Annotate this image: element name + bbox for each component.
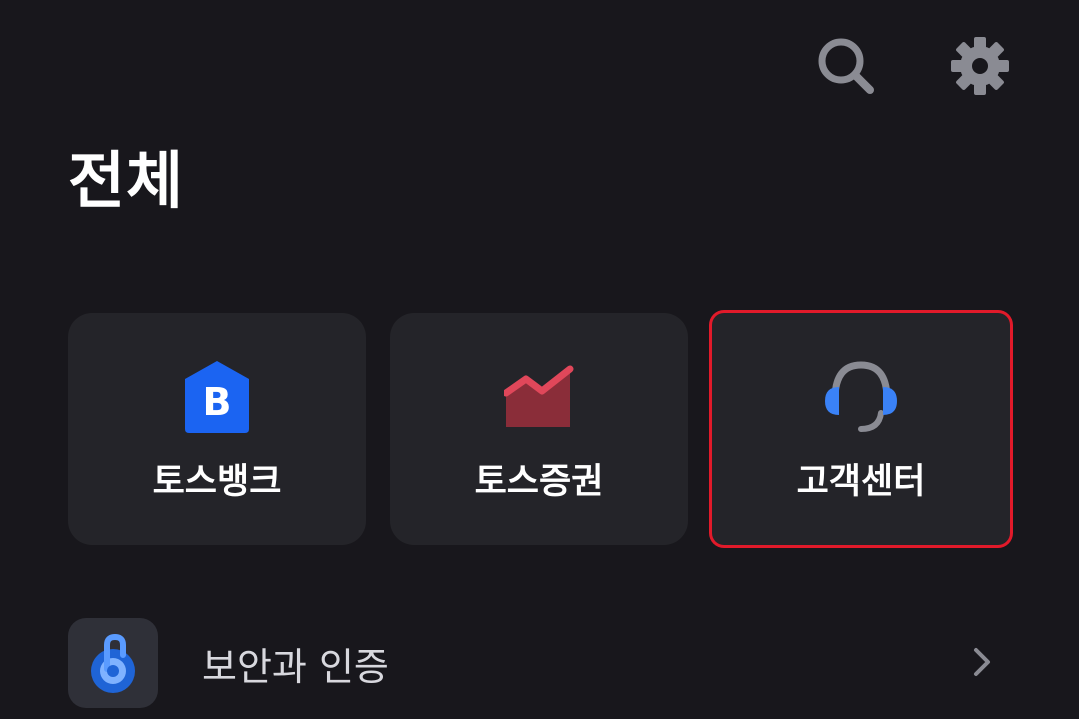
stock-chart-icon xyxy=(499,357,579,437)
row-label: 보안과 인증 xyxy=(202,645,389,689)
settings-button[interactable] xyxy=(944,30,1016,102)
search-button[interactable] xyxy=(810,30,882,102)
tile-label: 토스증권 xyxy=(474,462,604,502)
headset-icon xyxy=(821,357,901,437)
page-title: 전체 xyxy=(68,144,185,217)
tile-label: 고객센터 xyxy=(796,462,926,502)
security-lock-icon xyxy=(68,618,158,708)
tile-toss-bank[interactable]: B 토스뱅크 xyxy=(68,313,366,545)
top-bar xyxy=(0,30,1079,110)
bank-icon: B xyxy=(177,357,257,437)
tile-label: 토스뱅크 xyxy=(152,462,282,502)
row-security-auth[interactable]: 보안과 인증 xyxy=(68,618,1012,708)
tile-customer-center[interactable]: 고객센터 xyxy=(712,313,1010,545)
tile-toss-securities[interactable]: 토스증권 xyxy=(390,313,688,545)
shortcut-tiles: B 토스뱅크 토스증권 고객센터 xyxy=(68,313,1012,545)
search-icon xyxy=(818,38,874,94)
svg-text:B: B xyxy=(203,380,232,424)
gear-icon xyxy=(951,37,1009,95)
chevron-right-icon xyxy=(974,648,990,676)
